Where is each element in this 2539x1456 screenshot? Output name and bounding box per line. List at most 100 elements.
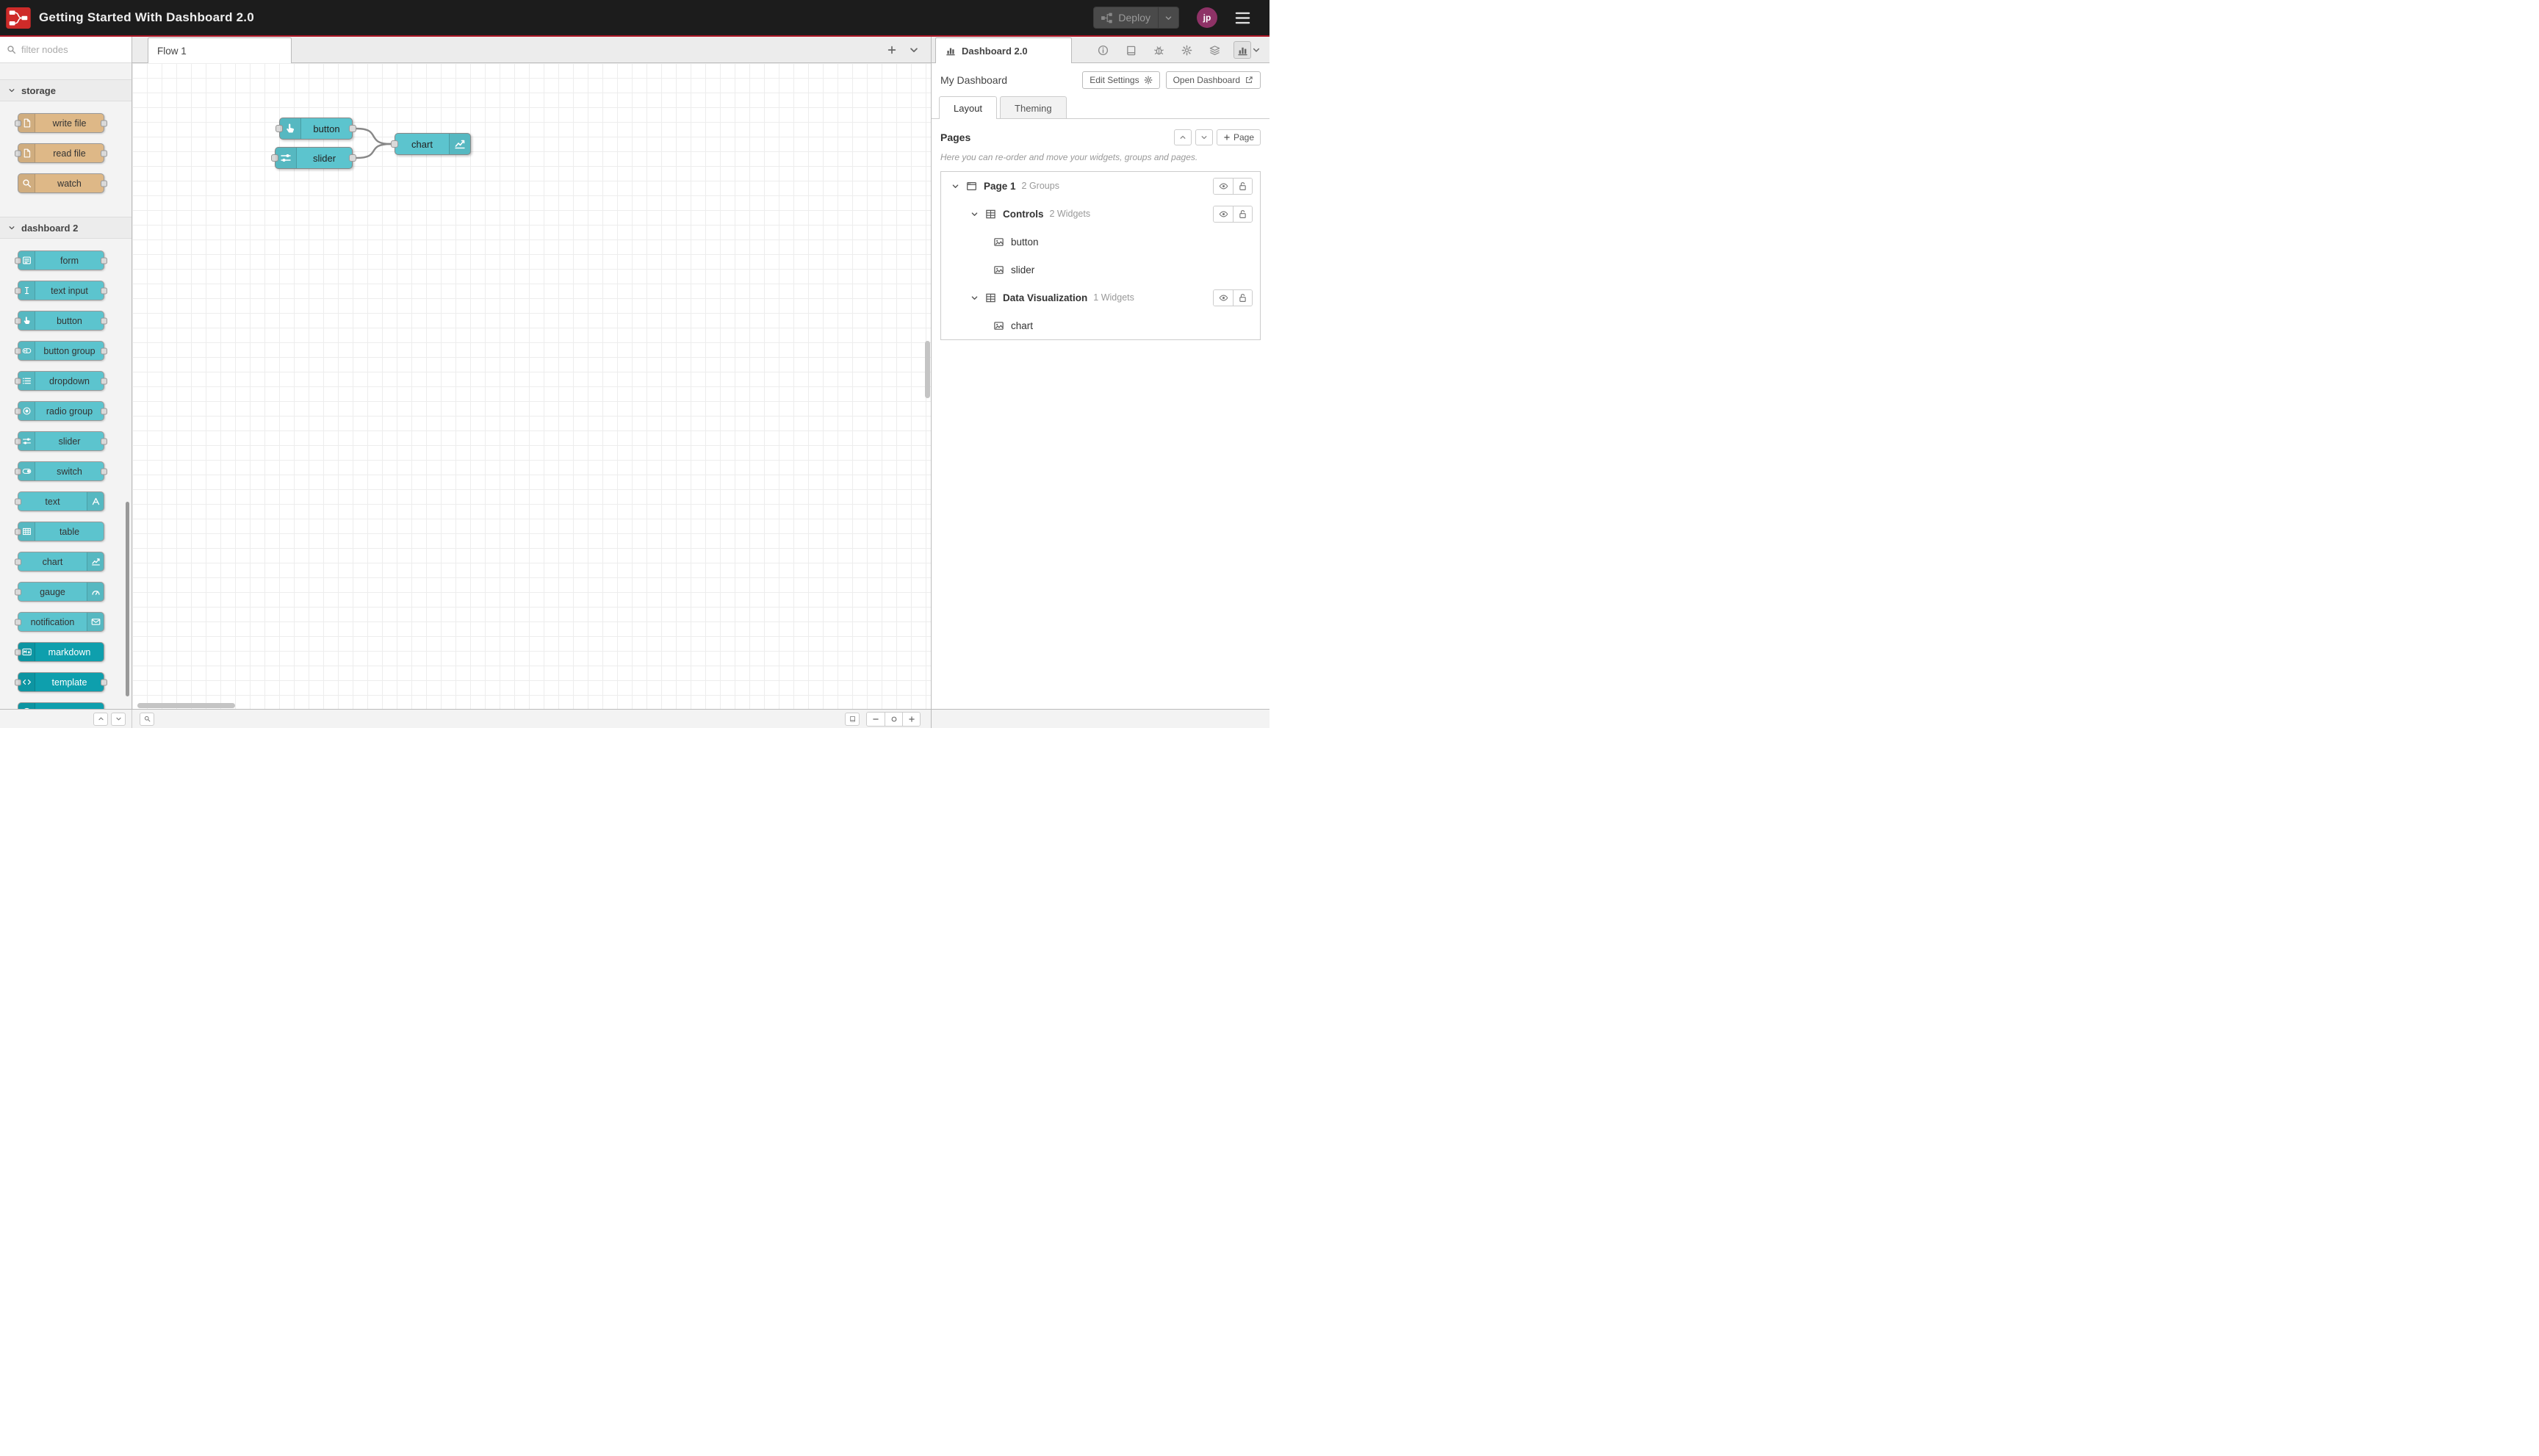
canvas-v-scrollbar-thumb[interactable] xyxy=(925,341,930,398)
sidebar-tab-label: Dashboard 2.0 xyxy=(962,45,1028,57)
tab-layout[interactable]: Layout xyxy=(939,96,998,119)
move-up-button[interactable] xyxy=(1173,129,1192,145)
tree-row-page-1[interactable]: Page 1 2 Groups xyxy=(941,172,1260,200)
sidebar-tool-info[interactable] xyxy=(1094,41,1112,59)
form-icon xyxy=(18,251,35,270)
palette-node-template[interactable]: template xyxy=(15,672,107,692)
visibility-toggle-button[interactable] xyxy=(1214,206,1233,222)
deploy-label: Deploy xyxy=(1118,12,1150,24)
zoom-out-button[interactable] xyxy=(867,712,885,726)
lock-toggle-button[interactable] xyxy=(1233,178,1252,194)
navigator-toggle-button[interactable] xyxy=(845,712,860,726)
palette-scroll[interactable]: storage write file read file watch dashb… xyxy=(0,63,132,709)
chevron-down-icon[interactable] xyxy=(970,294,979,302)
palette-node-write-file[interactable]: write file xyxy=(15,113,107,133)
sidebar-tool-gear[interactable] xyxy=(1178,41,1195,59)
collapse-categories-button[interactable] xyxy=(111,712,126,726)
palette-scrollbar[interactable] xyxy=(125,63,131,709)
palette-node-watch[interactable]: watch xyxy=(18,173,107,193)
flow-node-slider[interactable]: slider xyxy=(271,147,356,169)
palette-node-text-input[interactable]: text input xyxy=(15,281,107,300)
sidebar-tool-chart-bar[interactable] xyxy=(1234,41,1251,59)
node-input-port[interactable] xyxy=(391,140,398,148)
sidebar-tool-layers[interactable] xyxy=(1206,41,1223,59)
palette-category-label: dashboard 2 xyxy=(21,222,79,234)
tree-row-controls[interactable]: Controls 2 Widgets xyxy=(941,200,1260,228)
visibility-toggle-button[interactable] xyxy=(1214,178,1233,194)
edit-settings-button[interactable]: Edit Settings xyxy=(1082,71,1160,89)
tab-theming[interactable]: Theming xyxy=(1000,96,1067,119)
chevron-down-icon[interactable] xyxy=(970,210,979,218)
palette-node-dropdown[interactable]: dropdown xyxy=(15,371,107,391)
sidebar-tool-book[interactable] xyxy=(1122,41,1139,59)
palette-node-button[interactable]: button xyxy=(15,311,107,331)
palette-category-dashboard-2[interactable]: dashboard 2 xyxy=(0,217,132,239)
palette-node-form[interactable]: form xyxy=(15,251,107,270)
palette-node-slider[interactable]: slider xyxy=(15,431,107,451)
zoom-in-button[interactable] xyxy=(902,712,920,726)
chevron-down-icon[interactable] xyxy=(951,182,959,190)
palette-node-gauge[interactable]: gauge xyxy=(15,582,104,602)
palette-category-storage[interactable]: storage xyxy=(0,79,132,101)
flow-node-label: button xyxy=(313,123,340,134)
sidebar-tool-bug[interactable] xyxy=(1150,41,1167,59)
palette-node-button-group[interactable]: button group xyxy=(15,341,107,361)
tree-row-chart[interactable]: chart xyxy=(941,311,1260,339)
tab-dashboard-2[interactable]: Dashboard 2.0 xyxy=(935,37,1072,63)
flow-list-button[interactable] xyxy=(909,45,919,55)
search-icon xyxy=(7,45,16,54)
tree-row-controls xyxy=(1213,177,1253,195)
wire-slider-to-chart[interactable] xyxy=(355,143,392,159)
lock-toggle-button[interactable] xyxy=(1233,289,1252,306)
palette-scrollbar-thumb[interactable] xyxy=(126,502,129,696)
flow-canvas[interactable]: button slider chart xyxy=(132,63,931,709)
add-page-button[interactable]: Page xyxy=(1216,129,1261,145)
tab-flow-1[interactable]: Flow 1 xyxy=(148,37,292,63)
pages-title: Pages xyxy=(940,131,971,143)
node-input-port xyxy=(15,558,21,565)
flow-node-button[interactable]: button xyxy=(275,118,356,140)
canvas-h-scrollbar[interactable] xyxy=(132,702,923,709)
deploy-button[interactable]: Deploy xyxy=(1093,7,1179,29)
search-flows-button[interactable] xyxy=(140,712,154,726)
canvas-h-scrollbar-thumb[interactable] xyxy=(137,703,235,708)
zoom-reset-button[interactable] xyxy=(885,712,902,726)
move-down-button[interactable] xyxy=(1195,129,1213,145)
visibility-toggle-button[interactable] xyxy=(1214,289,1233,306)
tree-row-slider[interactable]: slider xyxy=(941,256,1260,284)
open-dashboard-button[interactable]: Open Dashboard xyxy=(1165,71,1261,89)
palette-node-table[interactable]: table xyxy=(15,522,104,541)
palette-node-read-file[interactable]: read file xyxy=(15,143,107,163)
tree-row-count: 1 Widgets xyxy=(1093,292,1134,303)
lock-toggle-button[interactable] xyxy=(1233,206,1252,222)
node-output-port xyxy=(101,317,107,324)
avatar[interactable]: jp xyxy=(1197,7,1217,28)
add-flow-button[interactable] xyxy=(887,45,897,55)
main-menu-button[interactable] xyxy=(1235,11,1250,25)
envelope-icon xyxy=(87,613,104,631)
hand-pointer-icon xyxy=(18,311,35,330)
palette-node-text[interactable]: text xyxy=(15,491,104,511)
tree-row-data-visualization[interactable]: Data Visualization 1 Widgets xyxy=(941,284,1260,311)
palette-node-radio-group[interactable]: radio group xyxy=(15,401,107,421)
palette-node-label: button xyxy=(57,315,82,326)
palette-node-markdown[interactable]: markdown xyxy=(15,642,104,662)
wire-button-to-chart[interactable] xyxy=(355,127,392,145)
deploy-menu-button[interactable] xyxy=(1159,14,1178,22)
sidebar: Dashboard 2.0 My Dashboard Edit Settings… xyxy=(931,37,1270,709)
palette-node-label: form xyxy=(60,255,79,266)
plus-icon xyxy=(1223,134,1231,141)
palette-node-chart[interactable]: chart xyxy=(15,552,104,572)
tree-row-button[interactable]: button xyxy=(941,228,1260,256)
palette-node-event[interactable]: event xyxy=(18,702,104,709)
node-output-port[interactable] xyxy=(349,154,356,162)
palette-node-switch[interactable]: switch xyxy=(15,461,107,481)
node-output-port[interactable] xyxy=(349,125,356,132)
flow-node-chart[interactable]: chart xyxy=(391,133,471,155)
sidebar-menu-button[interactable] xyxy=(1252,46,1261,54)
palette-node-notification[interactable]: notification xyxy=(15,612,104,632)
node-output-port xyxy=(101,408,107,414)
expand-categories-button[interactable] xyxy=(93,712,108,726)
search-input[interactable] xyxy=(21,44,125,55)
canvas-v-scrollbar[interactable] xyxy=(924,63,931,702)
